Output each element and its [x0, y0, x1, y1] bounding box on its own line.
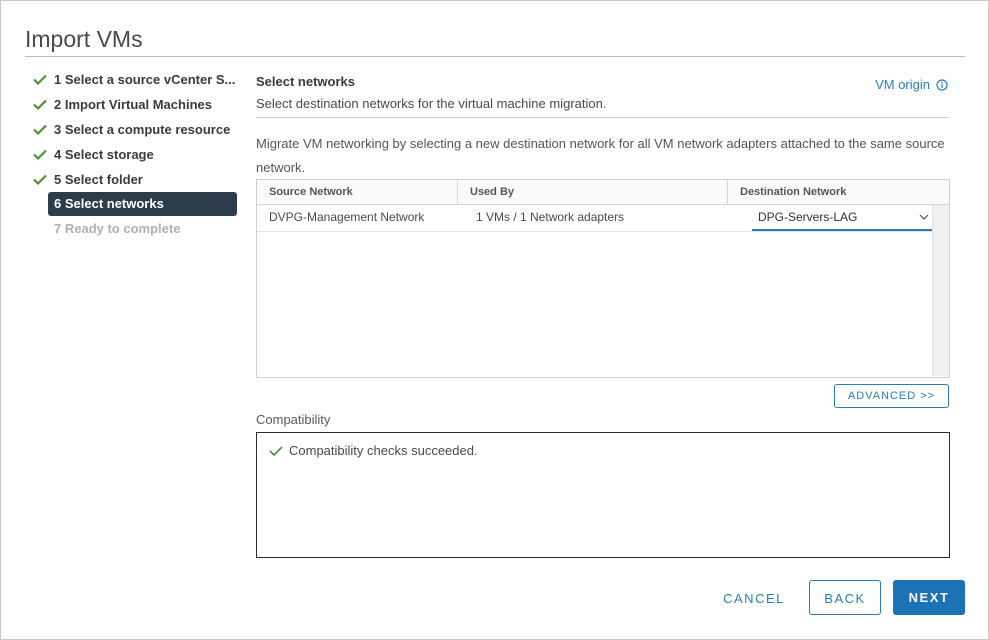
column-header-source-network[interactable]: Source Network	[269, 180, 353, 204]
wizard-step-label: 5 Select folder	[54, 172, 143, 187]
check-icon	[33, 174, 47, 186]
network-grid: Source Network Used By Destination Netwo…	[256, 179, 950, 378]
column-header-destination-network[interactable]: Destination Network	[740, 180, 846, 204]
vm-origin-label: VM origin	[875, 77, 930, 92]
column-separator[interactable]	[727, 180, 728, 204]
section-subtitle: Select destination networks for the virt…	[256, 96, 607, 111]
wizard-step-6[interactable]: 6 Select networks	[48, 192, 237, 216]
compatibility-message: Compatibility checks succeeded.	[269, 443, 478, 458]
column-header-used-by[interactable]: Used By	[470, 180, 514, 204]
wizard-step-7: 7 Ready to complete	[31, 216, 237, 241]
wizard-step-label: 3 Select a compute resource	[54, 122, 231, 137]
info-icon	[936, 78, 948, 91]
check-icon	[33, 124, 47, 136]
grid-header: Source Network Used By Destination Netwo…	[257, 180, 949, 205]
compatibility-label: Compatibility	[256, 412, 331, 427]
chevron-down-icon	[919, 214, 929, 220]
cell-source-network: DVPG-Management Network	[269, 210, 425, 224]
wizard-step-label: 4 Select storage	[54, 147, 154, 162]
wizard-step-label: 7 Ready to complete	[54, 221, 181, 236]
section-description: Migrate VM networking by selecting a new…	[256, 136, 945, 175]
wizard-step-5[interactable]: 5 Select folder	[31, 167, 237, 192]
back-button[interactable]: BACK	[809, 580, 881, 615]
wizard-step-label: 6 Select networks	[54, 196, 164, 211]
wizard-step-label: 2 Import Virtual Machines	[54, 97, 212, 112]
import-vms-dialog: Import VMs 1 Select a source vCenter S..…	[0, 0, 989, 640]
check-icon	[269, 445, 283, 456]
check-icon	[33, 74, 47, 86]
wizard-steps: 1 Select a source vCenter S... 2 Import …	[31, 67, 241, 241]
section-divider	[256, 117, 949, 118]
advanced-button[interactable]: ADVANCED >>	[834, 384, 949, 408]
wizard-step-3[interactable]: 3 Select a compute resource	[31, 117, 237, 142]
next-button[interactable]: NEXT	[893, 580, 965, 615]
dialog-title: Import VMs	[25, 26, 143, 52]
column-separator[interactable]	[457, 180, 458, 204]
cancel-button[interactable]: CANCEL	[714, 581, 794, 616]
vm-origin-link[interactable]: VM origin	[875, 77, 948, 92]
grid-scrollbar[interactable]	[932, 205, 949, 376]
cell-used-by: 1 VMs / 1 Network adapters	[476, 210, 625, 224]
check-icon	[33, 99, 47, 111]
section-title: Select networks	[256, 74, 355, 89]
wizard-step-1[interactable]: 1 Select a source vCenter S...	[31, 67, 237, 92]
compatibility-message-text: Compatibility checks succeeded.	[289, 443, 478, 458]
title-divider	[25, 56, 965, 57]
destination-network-value: DPG-Servers-LAG	[758, 210, 858, 224]
table-row[interactable]: DVPG-Management Network 1 VMs / 1 Networ…	[257, 205, 935, 232]
destination-network-select[interactable]: DPG-Servers-LAG	[752, 205, 935, 231]
wizard-step-4[interactable]: 4 Select storage	[31, 142, 237, 167]
wizard-step-label: 1 Select a source vCenter S...	[54, 72, 236, 87]
check-icon	[33, 149, 47, 161]
compatibility-panel: Compatibility checks succeeded.	[256, 432, 950, 558]
wizard-step-2[interactable]: 2 Import Virtual Machines	[31, 92, 237, 117]
